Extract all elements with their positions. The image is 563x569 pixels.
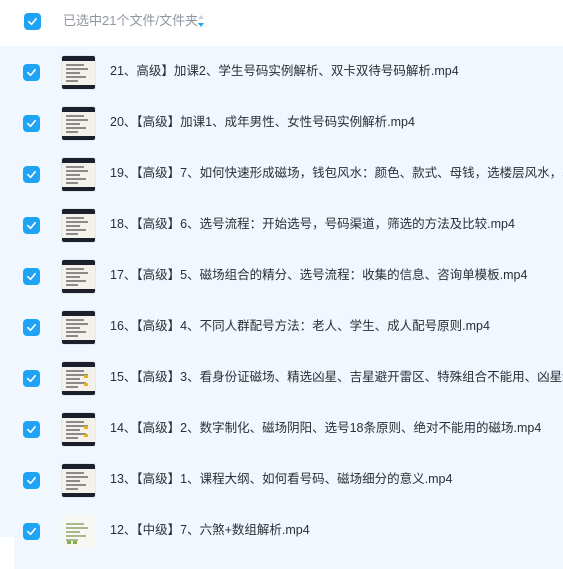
check-icon	[27, 272, 36, 281]
file-name[interactable]: 14、【高级】2、数字制化、磁场阴阳、选号18条原则、绝对不能用的磁场.mp4	[110, 420, 541, 437]
file-row[interactable]: 21、高级】加课2、学生号码实例解析、双卡双待号码解析.mp4	[0, 46, 563, 97]
file-checkbox[interactable]	[23, 472, 40, 489]
file-row[interactable]: 18、【高级】6、选号流程：开始选号，号码渠道，筛选的方法及比较.mp4	[0, 199, 563, 250]
file-name[interactable]: 18、【高级】6、选号流程：开始选号，号码渠道，筛选的方法及比较.mp4	[110, 216, 515, 233]
sort-icon[interactable]	[197, 14, 205, 28]
file-row[interactable]: 13、【高级】1、课程大纲、如何看号码、磁场细分的意义.mp4	[0, 454, 563, 505]
video-thumbnail	[62, 56, 95, 89]
file-name[interactable]: 16、【高级】4、不同人群配号方法：老人、学生、成人配号原则.mp4	[110, 318, 490, 335]
selection-header: 已选中21个文件/文件夹	[0, 0, 563, 42]
video-thumbnail	[62, 413, 95, 446]
file-name[interactable]: 15、【高级】3、看身份证磁场、精选凶星、吉星避开雷区、特殊组合不能用、凶星结	[110, 369, 563, 386]
file-row[interactable]: 19、【高级】7、如何快速形成磁场，钱包风水：颜色、款式、母钱，选楼层风水，车	[0, 148, 563, 199]
check-icon	[27, 68, 36, 77]
file-checkbox[interactable]	[23, 421, 40, 438]
video-thumbnail	[62, 158, 95, 191]
video-thumbnail	[62, 260, 95, 293]
file-checkbox[interactable]	[23, 64, 40, 81]
video-thumbnail	[62, 311, 95, 344]
file-checkbox[interactable]	[23, 166, 40, 183]
check-icon	[27, 476, 36, 485]
file-name[interactable]: 20、【高级】加课1、成年男性、女性号码实例解析.mp4	[110, 114, 415, 131]
video-thumbnail	[62, 515, 95, 548]
file-row[interactable]: 16、【高级】4、不同人群配号方法：老人、学生、成人配号原则.mp4	[0, 301, 563, 352]
check-icon	[27, 374, 36, 383]
file-row[interactable]: 20、【高级】加课1、成年男性、女性号码实例解析.mp4	[0, 97, 563, 148]
selection-count-text: 已选中21个文件/文件夹	[63, 13, 199, 28]
check-icon	[27, 323, 36, 332]
check-icon	[28, 17, 37, 26]
video-thumbnail	[62, 107, 95, 140]
check-icon	[27, 527, 36, 536]
file-checkbox[interactable]	[23, 268, 40, 285]
file-name[interactable]: 13、【高级】1、课程大纲、如何看号码、磁场细分的意义.mp4	[110, 471, 452, 488]
video-thumbnail	[62, 464, 95, 497]
file-name[interactable]: 12、【中级】7、六煞+数组解析.mp4	[110, 522, 310, 539]
file-name[interactable]: 19、【高级】7、如何快速形成磁场，钱包风水：颜色、款式、母钱，选楼层风水，车	[110, 165, 563, 182]
check-icon	[27, 170, 36, 179]
check-icon	[27, 221, 36, 230]
file-row[interactable]: 14、【高级】2、数字制化、磁场阴阳、选号18条原则、绝对不能用的磁场.mp4	[0, 403, 563, 454]
file-row[interactable]: 15、【高级】3、看身份证磁场、精选凶星、吉星避开雷区、特殊组合不能用、凶星结	[0, 352, 563, 403]
panel-edge	[0, 537, 14, 569]
file-name[interactable]: 21、高级】加课2、学生号码实例解析、双卡双待号码解析.mp4	[110, 63, 459, 80]
file-checkbox[interactable]	[23, 370, 40, 387]
file-checkbox[interactable]	[23, 217, 40, 234]
file-checkbox[interactable]	[23, 115, 40, 132]
file-row[interactable]: 17、【高级】5、磁场组合的精分、选号流程：收集的信息、咨询单模板.mp4	[0, 250, 563, 301]
check-icon	[27, 119, 36, 128]
file-name[interactable]: 17、【高级】5、磁场组合的精分、选号流程：收集的信息、咨询单模板.mp4	[110, 267, 527, 284]
file-checkbox[interactable]	[23, 319, 40, 336]
file-checkbox[interactable]	[23, 523, 40, 540]
select-all-checkbox[interactable]	[24, 13, 41, 30]
file-list: 21、高级】加课2、学生号码实例解析、双卡双待号码解析.mp4 20、【高级】加课…	[0, 46, 563, 569]
video-thumbnail	[62, 362, 95, 395]
video-thumbnail	[62, 209, 95, 242]
check-icon	[27, 425, 36, 434]
file-row[interactable]: 12、【中级】7、六煞+数组解析.mp4	[0, 505, 563, 556]
